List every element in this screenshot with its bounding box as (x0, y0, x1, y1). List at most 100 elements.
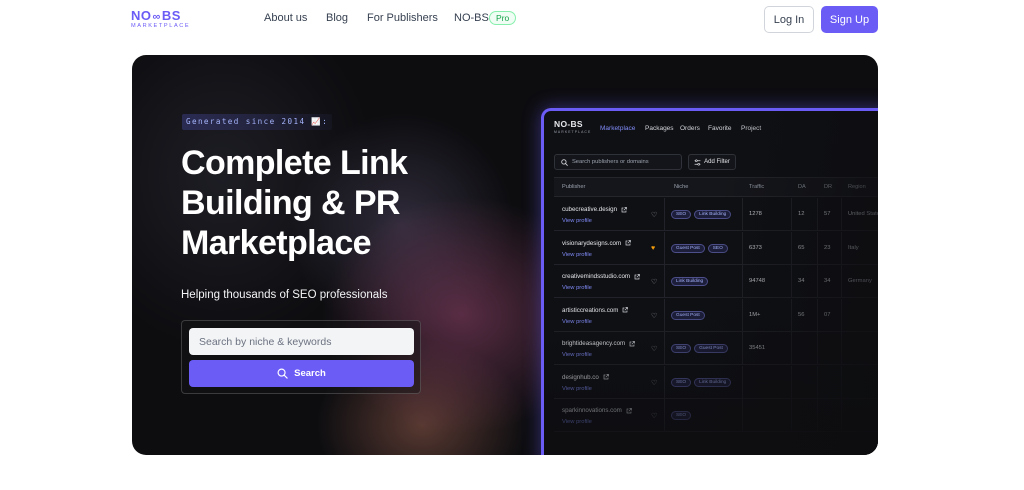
external-link-icon[interactable] (621, 206, 627, 213)
table-row[interactable]: sparkinnovations.com View profile ♡ SEO (554, 399, 878, 432)
view-profile-link[interactable]: View profile (562, 252, 592, 258)
nav-link-nobs[interactable]: NO-BS (454, 12, 489, 24)
table-row[interactable]: cubecreative.design View profile ♡ SEO Link … (554, 198, 878, 231)
table-row[interactable]: visionarydesigns.com View profile ♥ Guest P… (554, 231, 878, 265)
niche-tags: Guest Post SEO (671, 243, 728, 253)
publisher-domain[interactable]: creativemindsstudio.com (562, 273, 640, 280)
publisher-domain[interactable]: cubecreative.design (562, 206, 627, 213)
niche-tag: Guest Post (694, 344, 728, 353)
column-divider (742, 265, 743, 297)
heart-icon[interactable]: ♡ (651, 211, 657, 219)
external-link-icon[interactable] (634, 273, 640, 280)
heart-filled-icon[interactable]: ♥ (651, 245, 655, 252)
column-divider (841, 231, 842, 264)
niche-search-input[interactable] (189, 328, 414, 355)
login-button[interactable]: Log In (764, 6, 814, 33)
column-header-region[interactable]: Region (848, 184, 866, 190)
da-value: 65 (798, 244, 805, 251)
publisher-domain[interactable]: visionarydesigns.com (562, 239, 632, 247)
region-value: United States (848, 211, 878, 217)
traffic-value: 6373 (749, 244, 762, 251)
column-divider (817, 399, 818, 431)
niche-tag: Link Building (671, 277, 709, 286)
pro-badge[interactable]: Pro (489, 11, 517, 25)
column-header-publisher[interactable]: Publisher (562, 184, 585, 190)
search-icon (277, 368, 288, 379)
niche-tags: SEO (671, 411, 692, 420)
search-button[interactable]: Search (189, 360, 414, 387)
column-divider (742, 298, 743, 331)
column-divider (841, 198, 842, 230)
niche-tag: SEO (671, 411, 692, 420)
publisher-domain[interactable]: artisticcreations.com (562, 307, 629, 314)
heart-icon[interactable]: ♡ (651, 412, 657, 420)
publisher-domain[interactable]: sparkinnovations.com (562, 407, 632, 414)
traffic-value: 35451 (749, 345, 766, 351)
column-divider (742, 365, 743, 398)
dr-value: 57 (824, 211, 831, 217)
nav-link-publishers[interactable]: For Publishers (367, 12, 438, 24)
add-filter-button[interactable]: Add Filter (688, 154, 736, 170)
da-value: 12 (798, 211, 805, 217)
column-divider (791, 231, 792, 264)
dashboard-nav-orders[interactable]: Orders (680, 125, 700, 132)
column-divider (664, 265, 665, 297)
column-header-niche[interactable]: Niche (674, 184, 688, 190)
logo[interactable]: NO∞BS MARKETPLACE (131, 8, 191, 32)
heart-icon[interactable]: ♡ (651, 345, 657, 353)
column-divider (817, 365, 818, 398)
column-header-traffic[interactable]: Traffic (749, 184, 764, 190)
signup-button[interactable]: Sign Up (821, 6, 878, 33)
view-profile-link[interactable]: View profile (562, 386, 592, 392)
publisher-search-field[interactable] (554, 154, 682, 170)
column-divider (817, 332, 818, 364)
publisher-domain[interactable]: brightideasagency.com (562, 340, 636, 347)
heart-icon[interactable]: ♡ (651, 312, 657, 320)
dashboard-nav-project[interactable]: Project (741, 125, 761, 132)
search-button-label: Search (294, 368, 326, 379)
nav-link-blog[interactable]: Blog (326, 12, 348, 24)
publisher-domain-text: creativemindsstudio.com (562, 273, 631, 280)
heart-icon[interactable]: ♡ (651, 379, 657, 387)
external-link-icon[interactable] (626, 407, 632, 414)
publisher-search-input[interactable] (571, 159, 681, 165)
view-profile-link[interactable]: View profile (562, 285, 592, 291)
column-header-da[interactable]: DA (798, 184, 806, 190)
column-divider (791, 399, 792, 431)
column-divider (742, 332, 743, 364)
publisher-domain[interactable]: designhub.co (562, 374, 609, 381)
view-profile-link[interactable]: View profile (562, 419, 592, 425)
column-header-dr[interactable]: DR (824, 184, 832, 190)
external-link-icon[interactable] (625, 240, 632, 246)
heart-icon[interactable]: ♡ (651, 278, 657, 286)
dashboard-nav-favorite[interactable]: Favorite (708, 125, 731, 132)
external-link-icon[interactable] (629, 340, 636, 347)
dr-value: 07 (824, 311, 831, 318)
niche-tag: Guest Post (671, 310, 705, 320)
table-row[interactable]: artisticcreations.com View profile ♡ Guest … (554, 298, 878, 332)
external-link-icon[interactable] (603, 374, 609, 380)
table-row[interactable]: brightideasagency.com View profile ♡ SEO Gue… (554, 332, 878, 365)
column-divider (664, 365, 665, 398)
hero-subtitle: Helping thousands of SEO professionals (181, 289, 388, 301)
publisher-domain-text: visionarydesigns.com (562, 239, 622, 247)
view-profile-link[interactable]: View profile (562, 218, 592, 224)
column-divider (742, 198, 743, 230)
table-row[interactable]: creativemindsstudio.com View profile ♡ Link… (554, 265, 878, 298)
column-divider (664, 198, 665, 230)
column-divider (817, 265, 818, 297)
view-profile-link[interactable]: View profile (562, 352, 592, 358)
external-link-icon[interactable] (622, 307, 629, 313)
dashboard-nav-marketplace[interactable]: Marketplace (600, 125, 635, 132)
dashboard-nav-packages[interactable]: Packages (645, 125, 674, 132)
view-profile-link[interactable]: View profile (562, 319, 592, 325)
table-row[interactable]: designhub.co View profile ♡ SEO Link Buildin… (554, 365, 878, 399)
niche-tag: SEO (671, 210, 692, 219)
nav-link-about[interactable]: About us (264, 12, 307, 24)
hero-title: Complete Link Building & PR Marketplace (181, 144, 408, 262)
logo-wordmark: NO∞BS (131, 8, 181, 23)
column-divider (817, 198, 818, 230)
column-divider (791, 198, 792, 230)
niche-tags: SEO Guest Post (671, 344, 728, 353)
hero-search-panel: Search (181, 320, 421, 394)
